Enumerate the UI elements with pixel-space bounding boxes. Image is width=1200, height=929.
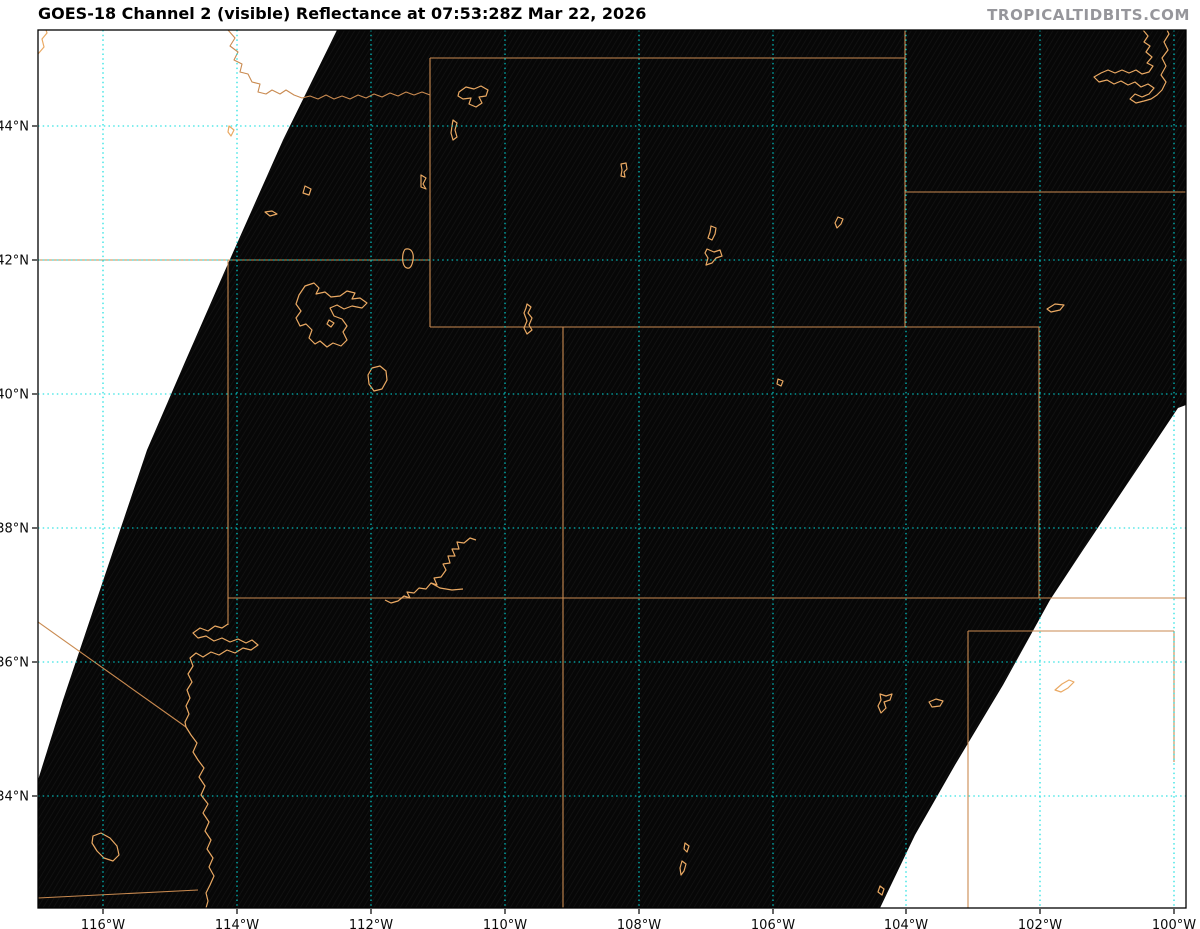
lon-tick-label: 108°W [617,918,661,929]
lat-tick-label: 44°N [0,120,29,135]
lat-tick-label: 40°N [0,388,29,403]
lat-tick-label: 36°N [0,656,29,671]
lon-tick-label: 102°W [1018,918,1062,929]
lon-tick-label: 114°W [215,918,259,929]
lon-tick-label: 106°W [751,918,795,929]
satellite-map-plot: 44°N 42°N 40°N 38°N 36°N 34°N 116°W 114°W 112°W 1… [0,29,1196,929]
screenshot-root: GOES-18 Channel 2 (visible) Reflectance … [0,0,1200,929]
lat-tick-label: 38°N [0,522,29,537]
lat-tick-label: 34°N [0,790,29,805]
lon-tick-label: 112°W [349,918,393,929]
lon-tick-label: 116°W [81,918,125,929]
lon-tick-label: 100°W [1152,918,1196,929]
lon-tick-label: 104°W [884,918,928,929]
lat-tick-label: 42°N [0,254,29,269]
lon-tick-label: 110°W [483,918,527,929]
